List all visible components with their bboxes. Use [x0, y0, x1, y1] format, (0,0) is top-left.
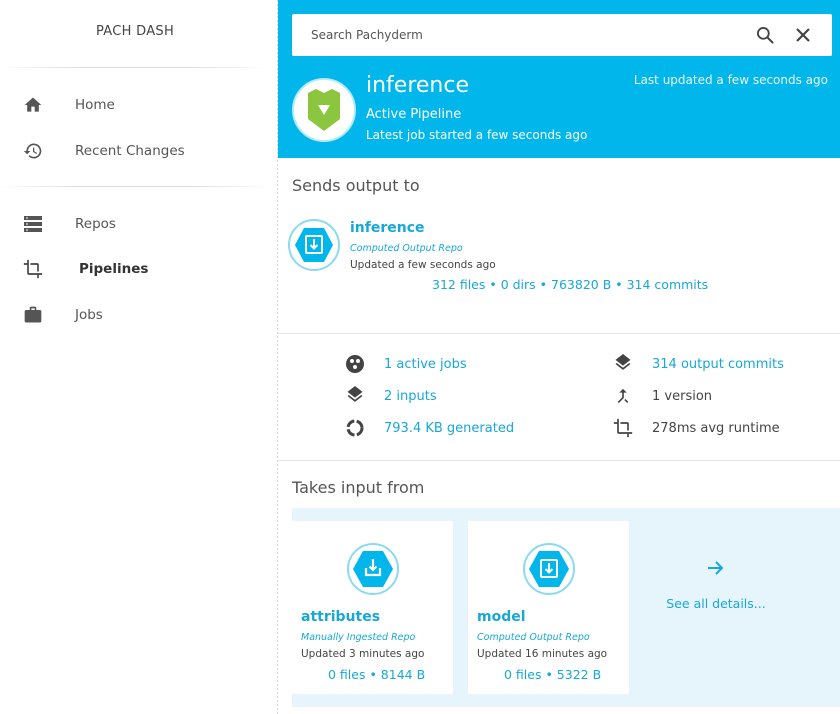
input-repo-card[interactable]: attributes Manually Ingested Repo Update… — [292, 521, 453, 694]
sidebar-item-label: Jobs — [75, 307, 103, 323]
layers-icon — [344, 385, 366, 407]
arrow-right-icon — [646, 560, 786, 581]
input-repos-panel: attributes Manually Ingested Repo Update… — [292, 508, 840, 707]
pipeline-icon — [292, 78, 356, 142]
input-repo-type: Computed Output Repo — [477, 632, 590, 643]
repo-icon[interactable] — [288, 219, 340, 271]
upload-repo-icon — [347, 543, 399, 595]
input-repo-card[interactable]: model Computed Output Repo Updated 16 mi… — [468, 521, 629, 694]
input-repo-updated: Updated 16 minutes ago — [477, 648, 608, 660]
stat-label[interactable]: 2 inputs — [384, 389, 437, 404]
output-repo-updated: Updated a few seconds ago — [350, 259, 496, 271]
stat-label[interactable]: 314 output commits — [652, 357, 784, 372]
sidebar-item-recent-changes[interactable]: Recent Changes — [0, 136, 270, 166]
input-repo-name[interactable]: model — [477, 609, 526, 625]
merge-icon — [612, 385, 634, 407]
divider — [278, 460, 840, 461]
pipeline-status: Active Pipeline — [366, 107, 462, 122]
sidebar-item-jobs[interactable]: Jobs — [0, 300, 270, 330]
see-all-label: See all details... — [666, 596, 766, 611]
divider — [0, 67, 270, 68]
repos-icon — [22, 213, 44, 235]
sidebar-item-label: Home — [75, 97, 115, 113]
pipeline-header: inference Active Pipeline Latest job sta… — [278, 0, 840, 158]
input-repo-type: Manually Ingested Repo — [301, 632, 416, 643]
divider — [0, 186, 270, 187]
crop-icon — [612, 417, 634, 439]
sidebar-item-repos[interactable]: Repos — [0, 209, 270, 239]
divider — [278, 333, 840, 334]
sidebar: PACH DASH Home Recent Changes Repos Pipe… — [0, 0, 278, 714]
stat-label[interactable]: 1 active jobs — [384, 357, 467, 372]
jobs-dots-icon — [344, 353, 366, 375]
sidebar-item-pipelines[interactable]: Pipelines — [0, 254, 270, 284]
input-repo-stats[interactable]: 0 files • 5322 B — [504, 667, 601, 682]
last-updated: Last updated a few seconds ago — [633, 73, 828, 87]
close-icon[interactable] — [792, 24, 814, 46]
pipeline-latest-job: Latest job started a few seconds ago — [366, 128, 588, 142]
stat-label: 278ms avg runtime — [652, 420, 780, 436]
input-repo-stats[interactable]: 0 files • 8144 B — [328, 667, 425, 682]
output-repo-type: Computed Output Repo — [350, 243, 463, 254]
search-icon[interactable] — [754, 24, 776, 46]
stat-label[interactable]: 793.4 KB generated — [384, 421, 514, 436]
home-icon — [22, 94, 44, 116]
sidebar-item-home[interactable]: Home — [0, 90, 270, 120]
search-input[interactable] — [292, 14, 732, 56]
search-bar — [292, 14, 832, 56]
computed-repo-icon — [523, 543, 575, 595]
sidebar-item-label: Recent Changes — [75, 143, 185, 159]
input-repo-name[interactable]: attributes — [301, 609, 380, 625]
stat-label: 1 version — [652, 388, 713, 404]
history-icon — [22, 140, 44, 162]
see-all-details-link[interactable]: See all details... — [646, 560, 786, 612]
section-title-inputs: Takes input from — [292, 478, 425, 497]
loading-ring-icon — [344, 417, 366, 439]
layers-icon — [612, 353, 634, 375]
output-repo-stats[interactable]: 312 files • 0 dirs • 763820 B • 314 comm… — [432, 277, 708, 292]
briefcase-icon — [22, 304, 44, 326]
sidebar-item-label: Pipelines — [79, 261, 149, 277]
crop-icon — [22, 258, 44, 280]
pipeline-name: inference — [366, 73, 470, 98]
input-repo-updated: Updated 3 minutes ago — [301, 648, 425, 660]
main-content: inference Active Pipeline Latest job sta… — [278, 0, 840, 714]
output-repo-name[interactable]: inference — [350, 220, 425, 236]
section-title-output: Sends output to — [292, 176, 420, 195]
sidebar-item-label: Repos — [75, 216, 116, 232]
brand-title: PACH DASH — [95, 24, 175, 39]
